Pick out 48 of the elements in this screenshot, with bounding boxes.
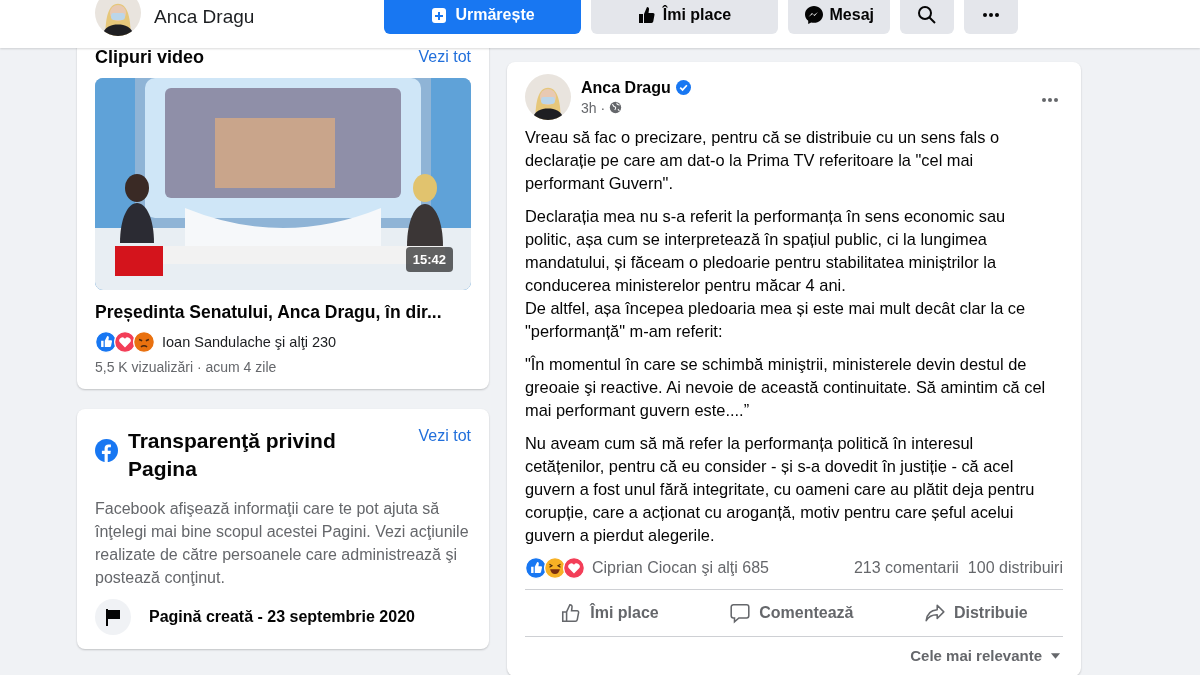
like-button[interactable]: Îmi place [546,594,673,632]
profile-avatar[interactable] [95,0,141,36]
section-title: Clipuri video [95,46,204,68]
page-created-date: Pagină creată - 23 septembrie 2020 [149,608,415,626]
like-reaction-icon [95,331,117,353]
share-icon [923,602,946,624]
shares-count-link[interactable]: 100 distribuiri [967,559,1063,577]
heart-reaction-icon [563,557,585,579]
post-paragraph: "În momentul în care se schimbă miniştrii, ministerele devin destul de greoaie şi reactive. Ai nevoie de această continuitate. Să amintim că cel mai performant guvern este....” [525,354,1047,421]
video-title-link[interactable]: Președinta Senatului, Anca Dragu, în dir... [95,302,471,323]
globe-icon [609,101,623,114]
share-button[interactable]: Distribuie [909,594,1042,632]
laughing-face-icon [544,557,566,579]
separator-dot: · [600,99,606,116]
caret-icon [1050,651,1061,660]
message-button[interactable]: Mesaj [787,0,890,34]
angry-face-icon [133,331,155,353]
more-icon [982,13,1000,17]
transparency-description: Facebook afişează informaţii care te pot ajuta să înţelegi mai bine scopul acestei Pagini. Vezi acţiunile realizate de către persoanele care administrează şi postează conţinut. [95,499,470,588]
page-name: Anca Dragu [154,6,255,28]
facebook-icon [95,439,118,462]
like-reaction-icon [525,557,547,579]
author-avatar[interactable] [525,74,571,120]
thumbs-up-icon [636,5,657,25]
follow-button[interactable]: Urmărește [383,0,581,34]
section-title: Transparenţă privind Pagina [128,428,337,482]
messenger-icon [803,5,824,25]
comment-button[interactable]: Comentează [715,594,868,632]
reactions-summary[interactable]: Ciprian Ciocan şi alţi 685 [592,559,769,577]
author-name-link[interactable]: Anca Dragu [581,78,671,97]
comment-sort-dropdown[interactable]: Cele mai relevante [908,643,1063,668]
post-paragraph: Nu aveam cum să mă refer la performanța politică în interesul cetățenilor, pentru că eu consider - și s-a dovedit în justiție - că acel guvern a fost unul fără integritate, cu oameni care au plătit deja pentru corupție, care a acționat cu aroganță, motiv pentru care șeful acelui guvern a pierdut alegerile. [525,433,1036,546]
more-icon [1041,97,1059,102]
comments-count-link[interactable]: 213 comentarii [853,559,959,577]
see-all-link[interactable]: Vezi tot [418,427,471,445]
heart-reaction-icon [114,331,136,353]
post-time-link[interactable]: 3h [581,99,597,116]
post-paragraph: Vreau să fac o precizare, pentru că se distribuie cu un sens fals o declarație pe care am dat-o la Prima TV referitoare la "cel mai performant Guvern". [525,127,1001,194]
video-duration: 15:42 [405,247,453,272]
like-page-button[interactable]: Îmi place [590,0,778,34]
reactions-summary[interactable]: Ioan Sandulache şi alţi 230 [162,334,337,350]
comment-icon [729,602,752,624]
see-all-link[interactable]: Vezi tot [418,48,471,66]
search-icon [917,5,937,25]
post-paragraph: Declarația mea nu s-a referit la performanța în sens economic sau politic, așa cum se interpretează în spațiul public, ci la lungimea mandatului, și făceam o pledoarie pentru stabilitatea miniștrilor la conducerea ministerelor pentru măcar 4 ani. De altfel, așa începea pledoaria mea și este mai mult decât clar la ce "performanță" m-am referit: [525,206,1027,342]
search-button[interactable] [900,0,954,34]
flag-icon [95,599,131,635]
video-meta: 5,5 K vizualizări · acum 4 zile [95,359,278,375]
